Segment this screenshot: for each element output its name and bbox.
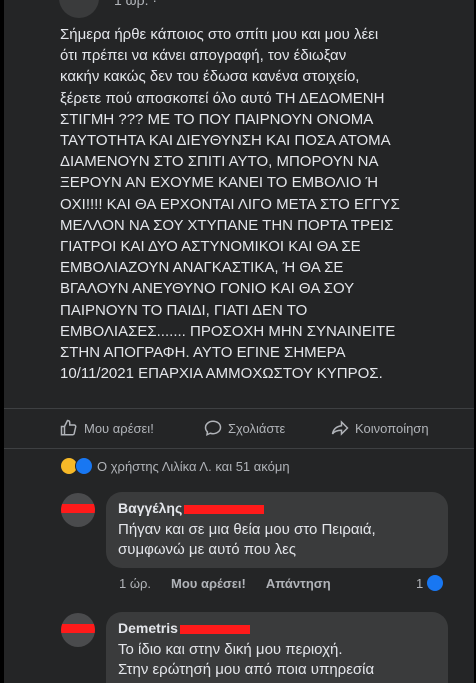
post-line: ΒΓΑΛΟΥΝ ΑΝΕΥΘΥΝΟ ΓΟΝΙΟ ΚΑΙ ΘΑ ΣΟΥ (60, 280, 355, 298)
comment-reply-link[interactable]: Απάντηση (266, 576, 331, 591)
facebook-post-screen: 1 ώρ. · Σήμερα ήρθε κάποιος στο σπίτι μο… (4, 0, 474, 683)
post-line: Σήμερα ήρθε κάποιος στο σπίτι μου και μο… (60, 26, 379, 43)
comment-author[interactable]: Demetris (118, 620, 250, 636)
like-label: Μου αρέσει! (84, 420, 154, 436)
reactions-summary[interactable]: Ο χρήστης Λιλίκα Λ. και 51 ακόμη (61, 457, 290, 475)
comment-text-line: συμφωνώ με αυτό που λες (118, 541, 296, 558)
like-reaction-icon (427, 575, 444, 591)
share-button[interactable]: Κοινοποίηση (331, 419, 429, 437)
like-count-number: 1 (416, 575, 424, 591)
comment-button[interactable]: Σχολιάστε (204, 419, 285, 437)
poster-avatar[interactable] (59, 0, 99, 18)
redaction-bar (61, 624, 95, 633)
comment-text: Το ίδιο και στην δική μου περιοχή. Στην … (118, 640, 436, 680)
comment-text-line: Πήγαν και σε μια θεία μου στο Πειραιά, (118, 521, 376, 538)
post-line: ΜΕΛΛΟΝ ΝΑ ΣΟΥ ΧΤΥΠΑΝΕ ΤΗΝ ΠΟΡΤΑ ΤΡΕΙΣ (60, 216, 394, 234)
post-line: 10/11/2021 ΕΠΑΡΧΙΑ ΑΜΜΟΧΩΣΤΟΥ ΚΥΠΡΟΣ. (60, 365, 383, 383)
commenter-avatar[interactable] (61, 493, 95, 527)
post-line: ότι πρέπει να κάνει απογραφή, τον έδιωξα… (60, 47, 347, 65)
comment-label: Σχολιάστε (228, 420, 286, 436)
post-line: ξέρετε πού αποσκοπεί όλο αυτό ΤΗ ΔΕΔΟΜΕΝ… (60, 89, 385, 107)
post-line: ΟΧΙ!!!! ΚΑΙ ΘΑ ΕΡΧΟΝΤΑΙ ΛΙΓΟ ΜΕΤΑ ΣΤΟ ΕΓ… (60, 195, 400, 213)
post-action-bar: Μου αρέσει! Σχολιάστε Κοινοποίηση (4, 408, 474, 447)
comment-author[interactable]: Βαγγέλης (118, 500, 265, 516)
comment-meta: 1 ώρ. Μου αρέσει! Απάντηση (119, 576, 331, 591)
comment-bubble-icon (204, 420, 222, 437)
redaction-bar (61, 504, 95, 513)
post-line: ΓΙΑΤΡΟΙ ΚΑΙ ΔΥΟ ΑΣΤΥΝΟΜΙΚΟΙ ΚΑΙ ΘΑ ΣΕ (60, 238, 361, 256)
comment-text-line: Στην ερώτησή μου από ποια υπηρεσία (118, 661, 375, 678)
comment-like-count[interactable]: 1 (416, 575, 444, 591)
comment-author-name: Demetris (118, 620, 178, 636)
comment-author-name: Βαγγέλης (118, 500, 183, 516)
post-line: ΣΤΗΝ ΑΠΟΓΡΑΦΗ. ΑΥΤΟ ΕΓΙΝΕ ΣΗΜΕΡΑ (60, 344, 346, 362)
reactions-row[interactable]: Ο χρήστης Λιλίκα Λ. και 51 ακόμη (4, 448, 474, 479)
post-line: ΕΜΒΟΛΙΑΣΕΣ....... ΠΡΟΣΟΧΗ ΜΗΝ ΣΥΝΑΙΝΕΙΤΕ (60, 322, 396, 340)
post-line: κακήν κακώς δεν του έδωσα κανένα στοιχεί… (60, 68, 360, 86)
post-line: ΔΙΑΜΕΝΟΥΝ ΣΤΟ ΣΠΙΤΙ ΑΥΤΟ, ΜΠΟΡΟΥΝ ΝΑ (60, 153, 379, 171)
post-timestamp[interactable]: 1 ώρ. · (114, 0, 157, 8)
post-line: ΣΤΙΓΜΗ ??? ΜΕ ΤΟ ΠΟΥ ΠΑΙΡΝΟΥΝ ΟΝΟΜΑ (60, 110, 374, 128)
reactions-text: Ο χρήστης Λιλίκα Λ. και 51 ακόμη (97, 458, 290, 474)
post-line: ΤΑΥΤΟΤΗΤΑ ΚΑΙ ΔΙΕΥΘΥΝΣΗ ΚΑΙ ΠΟΣΑ ΑΤΟΜΑ (60, 132, 391, 150)
post-line: ΠΑΙΡΝΟΥΝ ΤΟ ΠΑΙΔΙ, ΓΙΑΤΙ ΔΕΝ ΤΟ (60, 301, 308, 319)
redaction-bar (184, 504, 265, 514)
post-line: ΞΕΡΟΥΝ ΑΝ ΕΧΟΥΜΕ ΚΑΝΕΙ ΤΟ ΕΜΒΟΛΙΟ Ή (60, 174, 379, 192)
share-arrow-icon (331, 420, 349, 436)
comment-text-line: Το ίδιο και στην δική μου περιοχή. (118, 641, 343, 658)
comment-like-link[interactable]: Μου αρέσει! (171, 576, 246, 591)
like-button[interactable]: Μου αρέσει! (60, 419, 154, 437)
comment-bubble: Demetris Το ίδιο και στην δική μου περιο… (106, 612, 448, 683)
comment-time[interactable]: 1 ώρ. (119, 576, 151, 591)
redaction-bar (179, 624, 250, 634)
post-body: Σήμερα ήρθε κάποιος στο σπίτι μου και μο… (60, 24, 450, 384)
comment-bubble: Βαγγέλης Πήγαν και σε μια θεία μου στο Π… (106, 492, 448, 568)
comment-text: Πήγαν και σε μια θεία μου στο Πειραιά, σ… (118, 520, 436, 560)
thumbs-up-icon (60, 419, 77, 436)
like-reaction-icon (75, 457, 93, 475)
post-line: ΕΜΒΟΛΙΑΖΟΥΝ ΑΝΑΓΚΑΣΤΙΚΑ, Ή ΘΑ ΣΕ (60, 259, 344, 277)
share-label: Κοινοποίηση (355, 420, 429, 436)
commenter-avatar[interactable] (61, 613, 95, 647)
